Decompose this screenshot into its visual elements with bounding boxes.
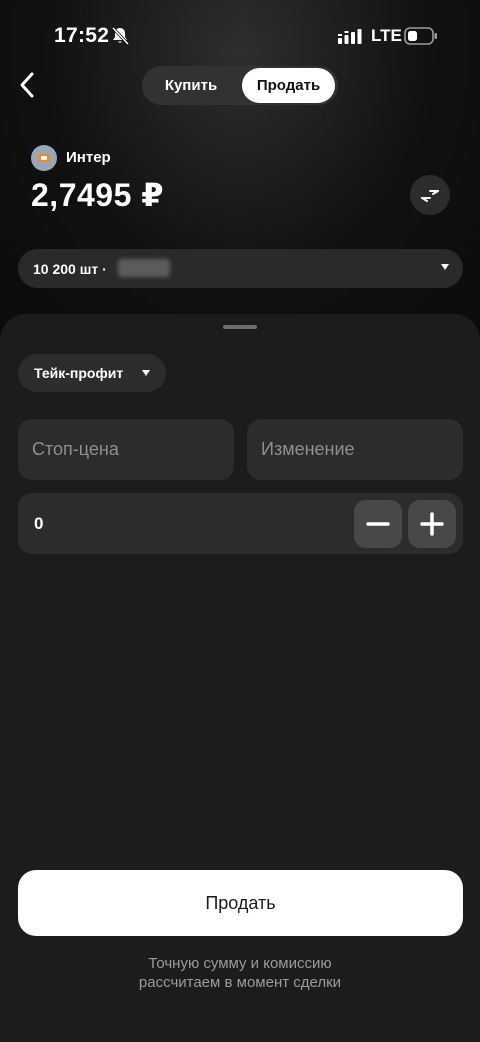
hidden-amount [118,259,170,277]
order-sheet: Тейк-профит 0 Продать [0,314,480,1042]
commission-note: Точную сумму и комиссию рассчитаем в мом… [0,954,480,992]
increment-button[interactable] [408,500,456,548]
quantity-value[interactable]: 0 [34,514,43,534]
order-type-label: Тейк-профит [34,365,124,381]
change-input[interactable] [247,419,463,480]
quantity-stepper[interactable]: 0 [18,493,463,554]
portfolio-quantity-dropdown[interactable]: 10 200 шт · [18,249,463,288]
asset-price: 2,7495 ₽ [31,177,165,213]
tab-sell[interactable]: Продать [242,68,335,103]
commission-note-line-2: рассчитаем в момент сделки [138,974,342,991]
plus-icon [420,512,444,536]
battery-icon [404,27,437,45]
price-mode-button[interactable] [410,175,450,215]
network-label: LTE [371,26,402,45]
buy-sell-switch: Купить Продать [142,66,338,105]
back-button[interactable] [10,68,44,102]
caret-down-icon [142,370,150,376]
commission-note-line-1: Точную сумму и комиссию [148,955,332,972]
sheet-handle[interactable] [223,325,257,329]
asset-name: Интер [66,149,111,166]
chevron-left-icon [20,72,34,98]
signal-icon [338,29,362,44]
sell-button[interactable]: Продать [18,870,463,936]
header-background: 17:52 LTE Купить Продать Интер 2,7495 ₽ … [0,0,480,340]
change-field[interactable] [247,419,463,480]
order-type-dropdown[interactable]: Тейк-профит [18,354,166,392]
silent-bell-icon [111,26,130,46]
caret-down-icon [441,264,449,270]
status-time: 17:52 [54,24,110,47]
tab-buy[interactable]: Купить [146,68,236,103]
decrement-button[interactable] [354,500,402,548]
portfolio-quantity-label: 10 200 шт · [33,261,107,277]
asset-logo-icon [38,154,50,162]
stop-price-field[interactable] [18,419,234,480]
asset-logo [31,145,57,171]
stop-price-input[interactable] [18,419,234,480]
swap-icon [421,190,439,202]
minus-icon [366,522,390,526]
app-screen: 17:52 LTE Купить Продать Интер 2,7495 ₽ … [0,0,480,1042]
